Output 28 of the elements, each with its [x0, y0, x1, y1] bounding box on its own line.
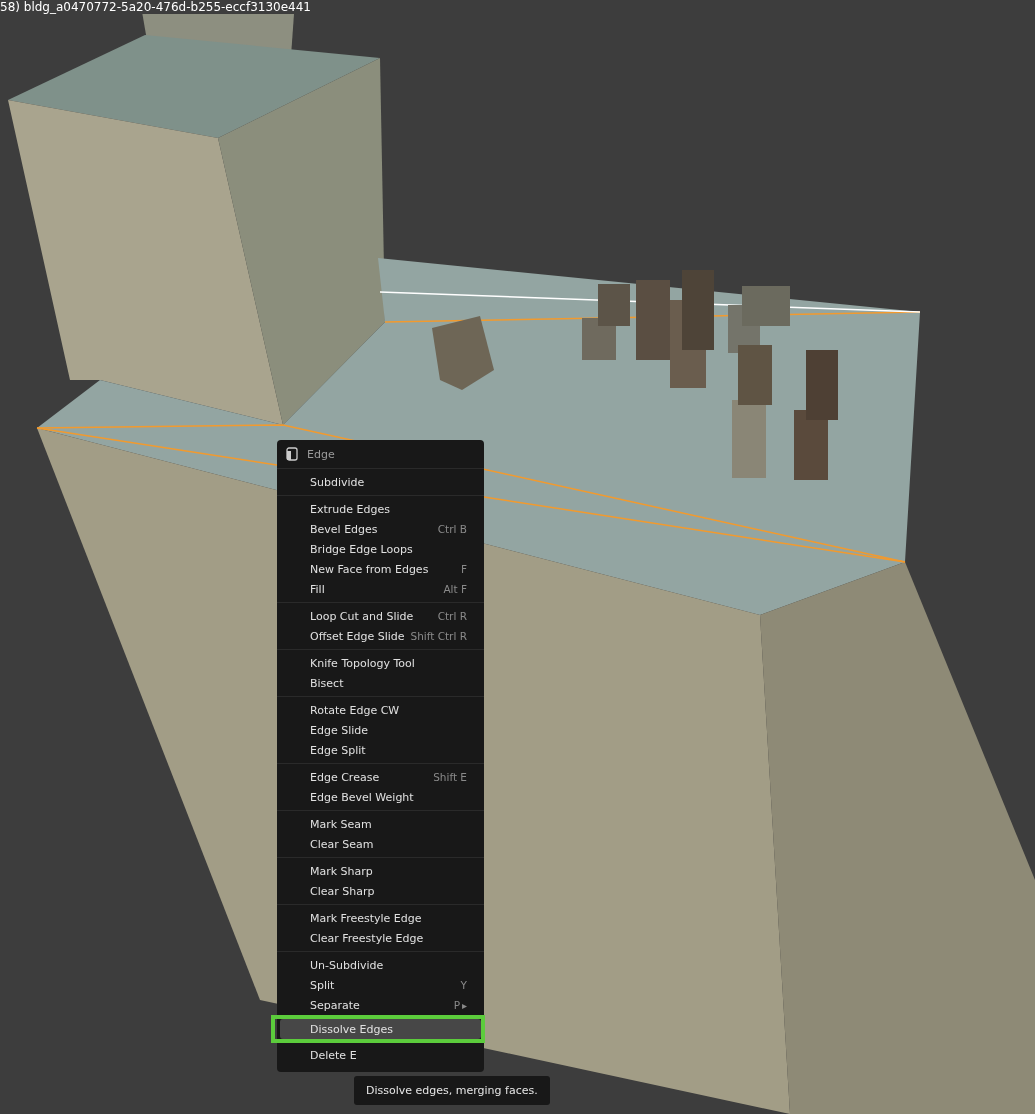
menu-item[interactable]: Edge Slide [280, 720, 481, 740]
menu-item[interactable]: Knife Topology Tool [280, 653, 481, 673]
menu-item[interactable]: Subdivide [280, 472, 481, 492]
menu-item[interactable]: Clear Sharp [280, 881, 481, 901]
menu-item[interactable]: Rotate Edge CW [280, 700, 481, 720]
menu-item[interactable]: Bridge Edge Loops [280, 539, 481, 559]
menu-item[interactable]: Delete E [280, 1045, 481, 1065]
menu-item[interactable]: Clear Seam [280, 834, 481, 854]
edge-mode-icon [285, 447, 299, 461]
menu-item[interactable]: Mark Seam [280, 814, 481, 834]
menu-item[interactable]: Fill Alt F [280, 579, 481, 599]
menu-item[interactable]: Edge Split [280, 740, 481, 760]
menu-item[interactable]: Edge Crease Shift E [280, 767, 481, 787]
menu-item[interactable]: New Face from Edges F [280, 559, 481, 579]
menu-item[interactable]: Un-Subdivide [280, 955, 481, 975]
menu-item[interactable]: Bevel Edges Ctrl B [280, 519, 481, 539]
menu-item[interactable]: Extrude Edges [280, 499, 481, 519]
menu-item[interactable]: Clear Freestyle Edge [280, 928, 481, 948]
menu-item[interactable]: Loop Cut and Slide Ctrl R [280, 606, 481, 626]
menu-item[interactable]: Split Y [280, 975, 481, 995]
menu-item[interactable]: Edge Bevel Weight [280, 787, 481, 807]
menu-item[interactable]: Bisect [280, 673, 481, 693]
menu-item[interactable]: Separate P ▸ [280, 995, 481, 1015]
menu-item[interactable]: Mark Sharp [280, 861, 481, 881]
menu-title: Edge [307, 447, 335, 461]
menu-item[interactable]: Mark Freestyle Edge [280, 908, 481, 928]
tooltip: Dissolve edges, merging faces. [354, 1076, 550, 1105]
menu-item[interactable]: Offset Edge Slide Shift Ctrl R [280, 626, 481, 646]
